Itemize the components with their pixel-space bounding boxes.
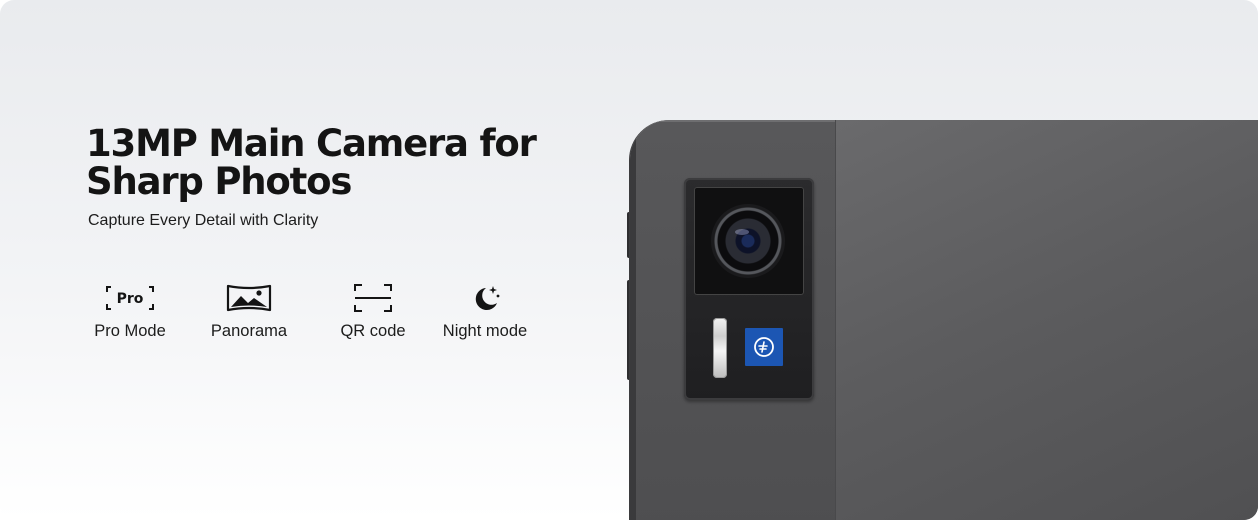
- pro-mode-icon: Pro: [105, 282, 155, 314]
- lens-window: [694, 187, 804, 295]
- feature-night-mode: Night mode: [434, 282, 536, 341]
- camera-module: [684, 178, 814, 400]
- feature-label: Night mode: [442, 322, 528, 340]
- feature-panorama: Panorama: [203, 282, 295, 341]
- flash-icon: [713, 318, 727, 378]
- tablet-back-panel: [835, 120, 1258, 520]
- panorama-icon: [226, 282, 272, 314]
- tablet-edge: [630, 120, 636, 520]
- lens-glint: [735, 229, 749, 235]
- feature-qr-code: QR code: [335, 282, 411, 341]
- brand-badge-icon: [745, 328, 783, 366]
- feature-pro-mode: Pro Pro Mode: [88, 282, 172, 341]
- camera-lens-icon: [711, 204, 785, 278]
- feature-label: QR code: [340, 322, 406, 340]
- camera-feature-banner: 13MP Main Camera for Sharp Photos Captur…: [0, 0, 1258, 520]
- headline-title: 13MP Main Camera for Sharp Photos: [86, 122, 537, 203]
- headline-subtitle: Capture Every Detail with Clarity: [88, 212, 319, 229]
- qr-scan-icon: [353, 282, 393, 314]
- feature-label: Pro Mode: [94, 322, 166, 340]
- pro-mode-icon-text: Pro: [117, 291, 144, 307]
- feature-label: Panorama: [210, 322, 288, 340]
- moon-stars-icon: [469, 282, 501, 314]
